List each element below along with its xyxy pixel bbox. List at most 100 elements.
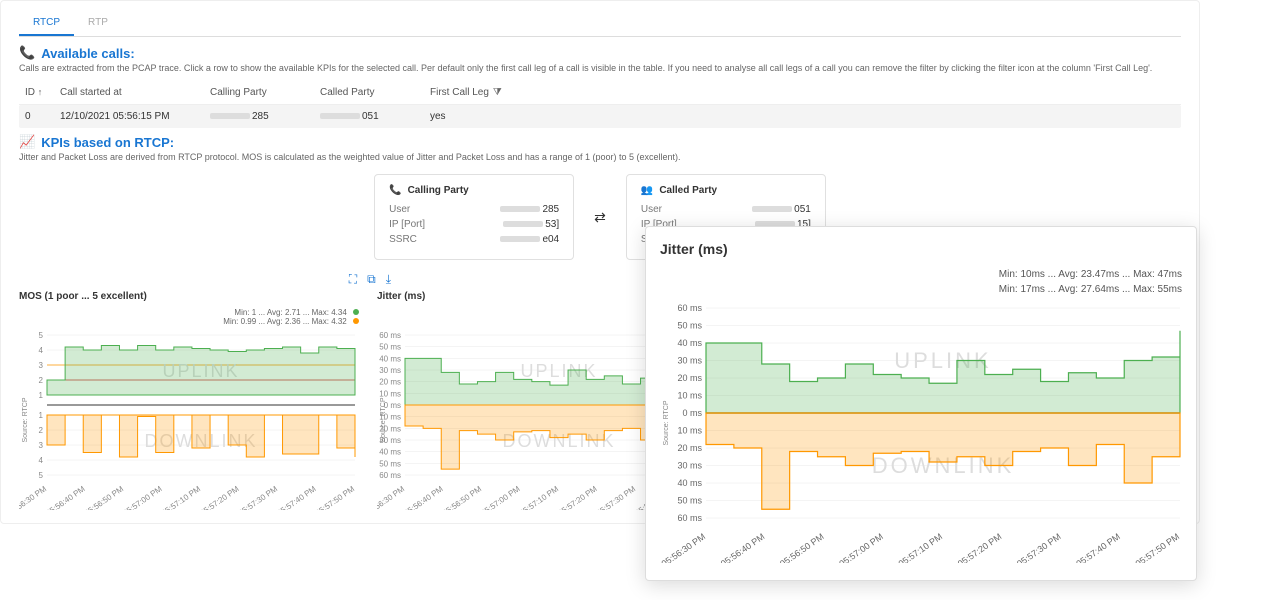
svg-text:05:57:20 PM: 05:57:20 PM	[956, 531, 1004, 563]
download-icon[interactable]: ⤓	[386, 272, 391, 287]
svg-text:5: 5	[39, 471, 44, 480]
table-row[interactable]: 0 12/10/2021 05:56:15 PM 285 051 yes	[19, 105, 1181, 128]
col-id[interactable]: ID ↑	[25, 87, 60, 98]
sort-asc-icon: ↑	[38, 87, 43, 97]
jitter-popup-title: Jitter (ms)	[660, 241, 1182, 257]
svg-text:0 ms: 0 ms	[682, 408, 702, 418]
cell-id: 0	[25, 111, 60, 122]
svg-text:20 ms: 20 ms	[379, 378, 401, 387]
jitter-big-svg: Source: RTCP 60 ms 50 ms 40 ms 30 ms 20 ms 10…	[660, 303, 1184, 563]
svg-text:50 ms: 50 ms	[677, 496, 702, 506]
mos-legend: Min: 1 ... Avg: 2.71 ... Max: 4.34 Min: …	[19, 308, 359, 326]
svg-text:5: 5	[39, 331, 44, 340]
svg-text:20 ms: 20 ms	[379, 424, 401, 433]
svg-text:05:57:00 PM: 05:57:00 PM	[121, 484, 164, 510]
available-calls-note: Calls are extracted from the PCAP trace.…	[19, 63, 1181, 73]
tab-rtp[interactable]: RTP	[74, 11, 122, 36]
svg-text:05:56:30 PM: 05:56:30 PM	[660, 531, 707, 563]
svg-text:2: 2	[39, 376, 44, 385]
svg-text:20 ms: 20 ms	[677, 443, 702, 453]
mos-chart[interactable]: MOS (1 poor ... 5 excellent) Min: 1 ... …	[19, 291, 359, 513]
svg-text:05:57:30 PM: 05:57:30 PM	[595, 484, 638, 510]
available-calls-title: 📞 Available calls:	[19, 45, 1181, 61]
kpis-title: 📈 KPIs based on RTCP:	[19, 134, 1181, 150]
mos-svg: Source: RTCP 5 4 3 2 1 1 2 3 4 5 UPLINK …	[19, 330, 359, 510]
svg-text:05:56:40 PM: 05:56:40 PM	[44, 484, 87, 510]
svg-text:2: 2	[39, 426, 44, 435]
cell-started: 12/10/2021 05:56:15 PM	[60, 111, 210, 122]
svg-text:05:57:10 PM: 05:57:10 PM	[518, 484, 561, 510]
svg-text:4: 4	[39, 346, 44, 355]
svg-text:05:56:50 PM: 05:56:50 PM	[441, 484, 484, 510]
svg-text:60 ms: 60 ms	[379, 471, 401, 480]
kpis-note: Jitter and Packet Loss are derived from …	[19, 152, 1181, 162]
svg-text:1: 1	[39, 411, 44, 420]
svg-text:60 ms: 60 ms	[379, 331, 401, 340]
phone-icon: 📞	[19, 45, 35, 61]
col-started[interactable]: Call started at	[60, 87, 210, 98]
svg-text:05:56:50 PM: 05:56:50 PM	[83, 484, 126, 510]
svg-text:60 ms: 60 ms	[677, 303, 702, 313]
jitter-popup: Jitter (ms) Min: 10ms ... Avg: 23.47ms .…	[645, 226, 1197, 581]
svg-text:05:56:40 PM: 05:56:40 PM	[402, 484, 445, 510]
svg-text:30 ms: 30 ms	[379, 366, 401, 375]
svg-text:05:57:10 PM: 05:57:10 PM	[897, 531, 945, 563]
svg-text:10 ms: 10 ms	[379, 389, 401, 398]
svg-text:20 ms: 20 ms	[677, 373, 702, 383]
svg-text:40 ms: 40 ms	[677, 478, 702, 488]
svg-text:05:57:00 PM: 05:57:00 PM	[837, 531, 885, 563]
svg-text:05:57:30 PM: 05:57:30 PM	[1015, 531, 1063, 563]
mos-title: MOS (1 poor ... 5 excellent)	[19, 291, 359, 302]
svg-text:30 ms: 30 ms	[677, 356, 702, 366]
svg-text:50 ms: 50 ms	[379, 459, 401, 468]
col-called[interactable]: Called Party	[320, 87, 430, 98]
svg-text:05:57:50 PM: 05:57:50 PM	[1134, 531, 1182, 563]
filter-icon[interactable]: ⧩	[493, 87, 502, 98]
svg-text:40 ms: 40 ms	[379, 354, 401, 363]
expand-icon[interactable]: ⛶	[349, 272, 357, 287]
svg-text:05:57:00 PM: 05:57:00 PM	[479, 484, 522, 510]
calling-party-card: 📞 Calling Party User285 IP [Port]53] SSR…	[374, 174, 574, 260]
svg-text:05:57:20 PM: 05:57:20 PM	[198, 484, 241, 510]
calls-table: ID ↑ Call started at Calling Party Calle…	[19, 81, 1181, 128]
svg-text:05:56:40 PM: 05:56:40 PM	[719, 531, 767, 563]
cell-calling: 285	[210, 111, 320, 122]
svg-text:1: 1	[39, 391, 44, 400]
svg-text:0 ms: 0 ms	[384, 401, 401, 410]
svg-text:05:56:50 PM: 05:56:50 PM	[778, 531, 826, 563]
svg-text:Source: RTCP: Source: RTCP	[663, 400, 670, 445]
svg-text:05:57:20 PM: 05:57:20 PM	[556, 484, 599, 510]
table-header: ID ↑ Call started at Calling Party Calle…	[19, 81, 1181, 105]
phone-icon: 📞	[389, 185, 401, 196]
tab-rtcp[interactable]: RTCP	[19, 11, 74, 36]
swap-icon: ⇄	[594, 209, 606, 226]
tabs: RTCP RTP	[19, 11, 1181, 37]
col-fcl[interactable]: First Call Leg ⧩	[430, 87, 550, 98]
svg-text:10 ms: 10 ms	[677, 426, 702, 436]
copy-icon[interactable]: ⧉	[367, 272, 376, 287]
svg-text:05:57:40 PM: 05:57:40 PM	[275, 484, 318, 510]
svg-text:40 ms: 40 ms	[379, 448, 401, 457]
svg-text:05:56:30 PM: 05:56:30 PM	[377, 484, 406, 510]
svg-text:30 ms: 30 ms	[677, 461, 702, 471]
svg-text:4: 4	[39, 456, 44, 465]
svg-text:05:57:10 PM: 05:57:10 PM	[160, 484, 203, 510]
svg-text:05:57:40 PM: 05:57:40 PM	[1074, 531, 1122, 563]
svg-text:05:57:50 PM: 05:57:50 PM	[314, 484, 357, 510]
svg-text:40 ms: 40 ms	[677, 338, 702, 348]
people-icon: 👥	[641, 185, 653, 196]
svg-text:Source: RTCP: Source: RTCP	[22, 397, 29, 442]
cell-fcl: yes	[430, 111, 550, 122]
svg-text:50 ms: 50 ms	[677, 321, 702, 331]
svg-text:05:57:30 PM: 05:57:30 PM	[237, 484, 280, 510]
svg-text:10 ms: 10 ms	[677, 391, 702, 401]
svg-text:3: 3	[39, 441, 44, 450]
jitter-popup-legend: Min: 10ms ... Avg: 23.47ms ... Max: 47ms…	[660, 267, 1182, 297]
col-calling[interactable]: Calling Party	[210, 87, 320, 98]
svg-text:05:56:30 PM: 05:56:30 PM	[19, 484, 48, 510]
svg-text:3: 3	[39, 361, 44, 370]
svg-text:30 ms: 30 ms	[379, 436, 401, 445]
svg-text:50 ms: 50 ms	[379, 343, 401, 352]
svg-text:60 ms: 60 ms	[677, 513, 702, 523]
chart-icon: 📈	[19, 134, 35, 150]
